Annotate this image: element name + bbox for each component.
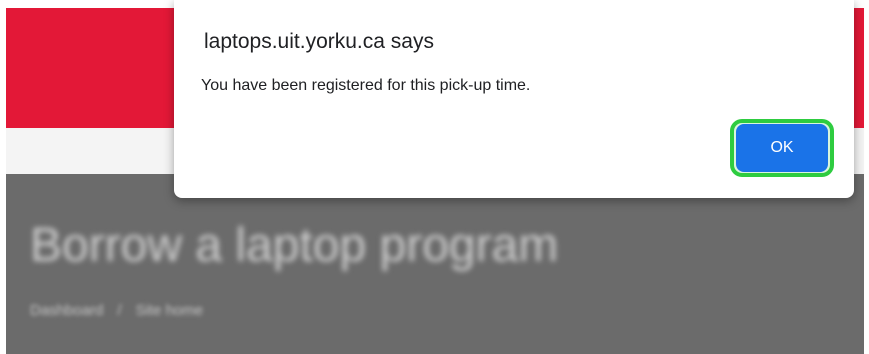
dialog-message: You have been registered for this pick-u… xyxy=(201,77,531,94)
ok-button[interactable]: OK xyxy=(736,124,828,172)
breadcrumb-dashboard-link[interactable]: Dashboard xyxy=(30,302,103,319)
dialog-title: laptops.uit.yorku.ca says xyxy=(204,30,434,53)
alert-dialog: laptops.uit.yorku.ca says You have been … xyxy=(174,0,854,198)
breadcrumb: Dashboard / Site home xyxy=(30,302,203,319)
breadcrumb-separator: / xyxy=(117,302,122,319)
breadcrumb-site-home-link[interactable]: Site home xyxy=(136,302,204,319)
page-title: Borrow a laptop program xyxy=(30,219,559,272)
